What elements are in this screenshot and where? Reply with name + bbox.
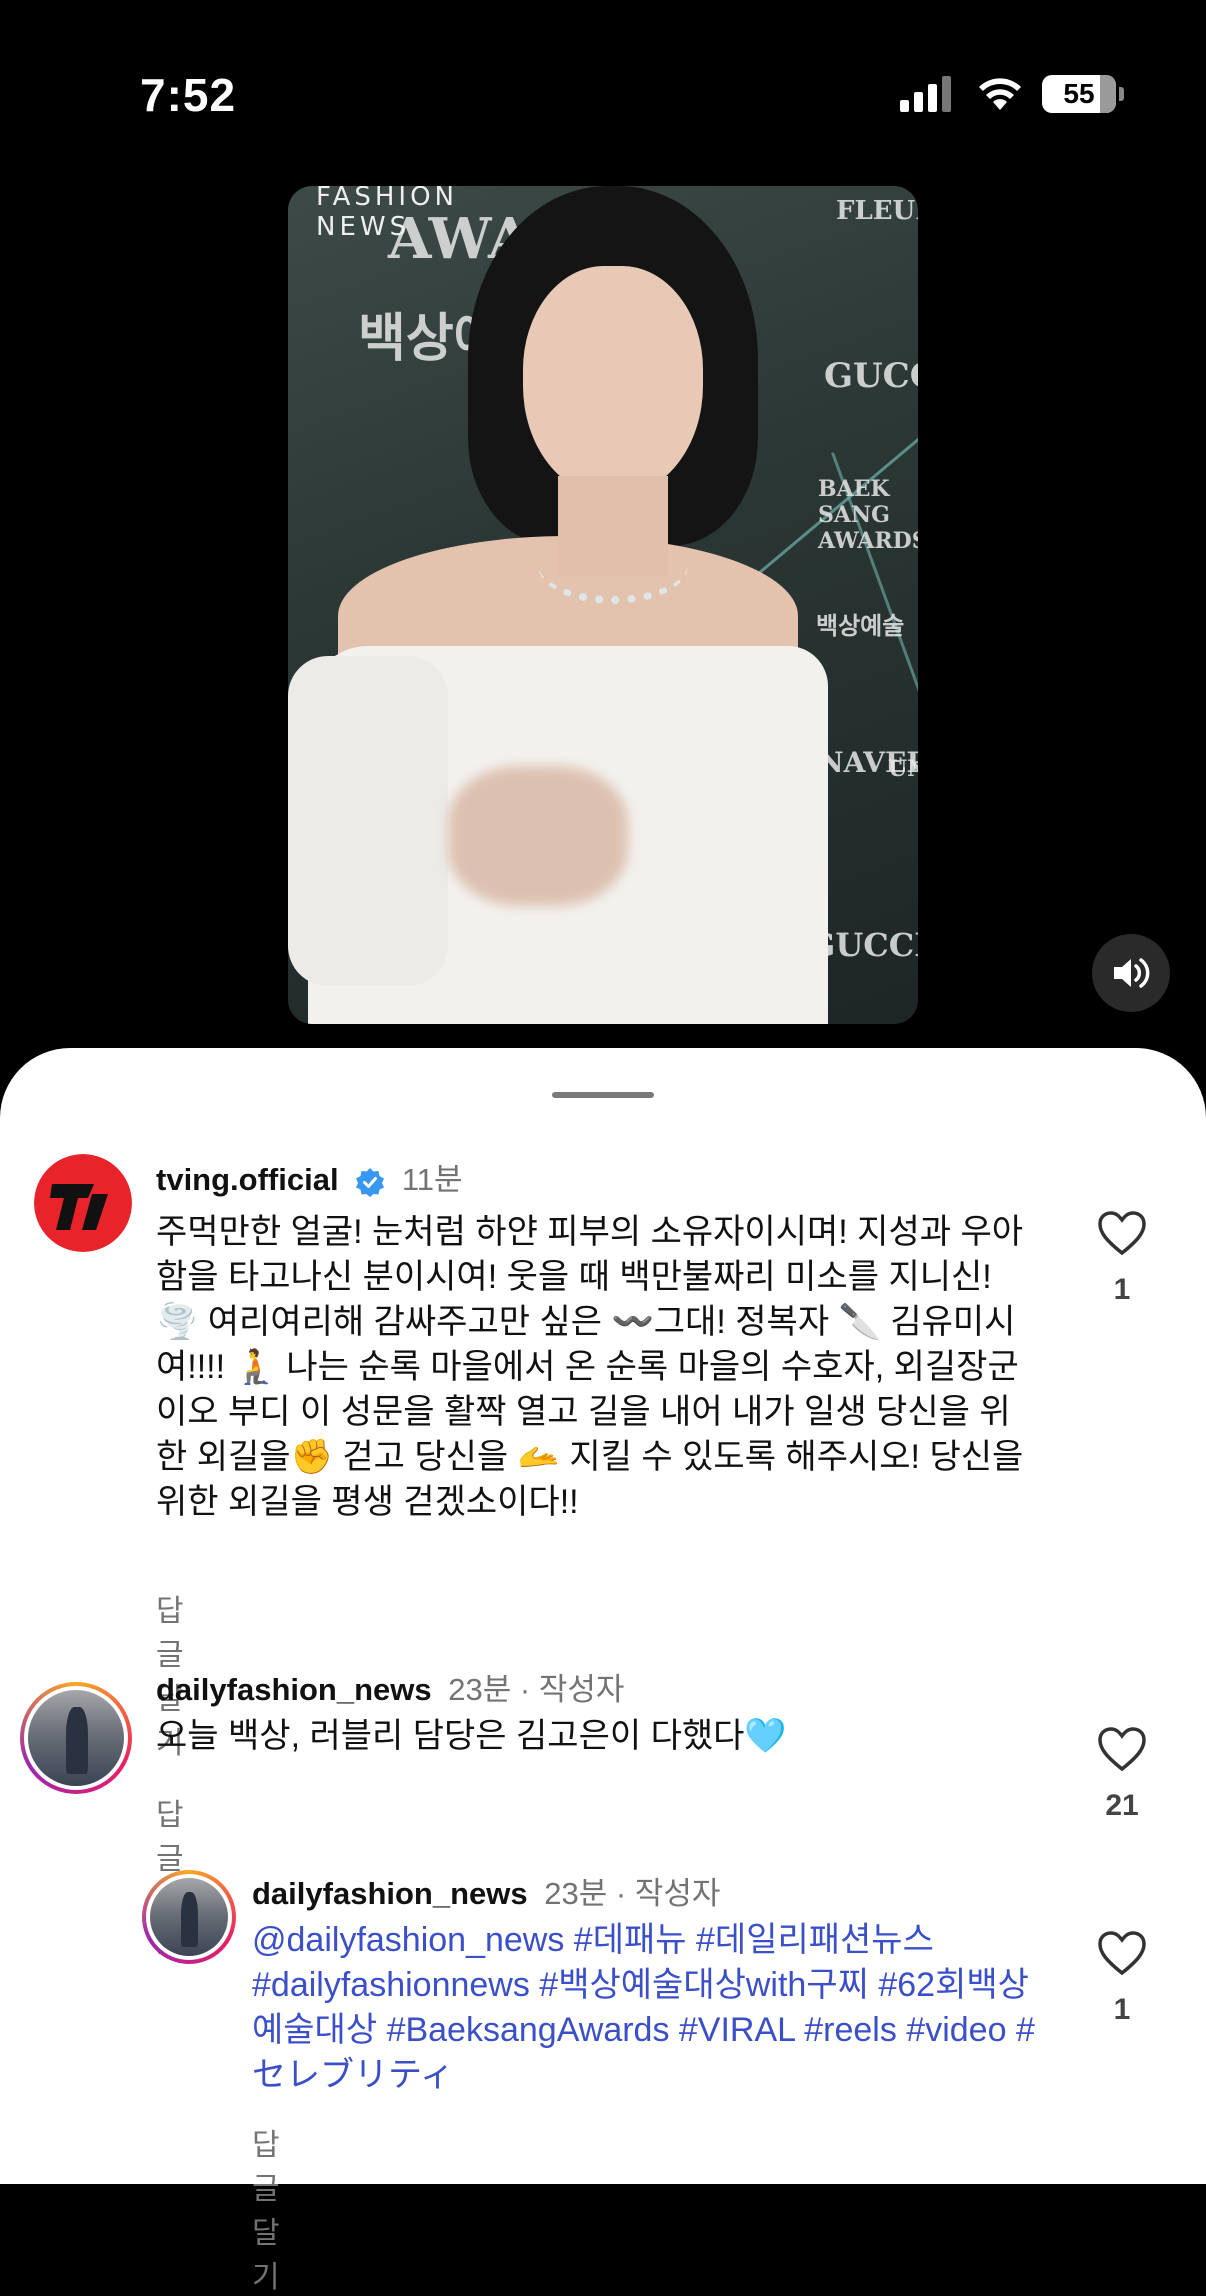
backdrop-text: FLEURE [836,196,918,226]
comment-text: 오늘 백상, 러블리 담당은 김고은이 다했다🩵 [156,1717,787,1755]
comment-text: 주먹만한 얼굴! 눈처럼 하얀 피부의 소유자이시며! 지성과 우아함을 타고나… [156,1213,1024,1521]
comment-username[interactable]: dailyfashion_news [156,1672,432,1707]
like-count: 1 [1113,1993,1131,2026]
avatar[interactable] [34,1154,132,1252]
verified-badge-icon [356,1167,385,1197]
heart-icon[interactable] [1097,1726,1147,1772]
waving-hand [448,766,628,906]
comment-meta: dailyfashion_news 23분 · 작성자 [156,1664,624,1709]
reel-video[interactable]: AWARDS 백상예술대 FLEURE GUCCI BAEK SANG AWAR… [288,186,918,1024]
backdrop-text: 백상예술 [816,611,905,640]
comment-time: 23분 [448,1672,512,1707]
backdrop-text: GUCCI [824,356,918,396]
speaker-icon [1114,958,1150,988]
like-group: 1 [1092,1210,1152,1307]
sound-toggle-button[interactable] [1092,934,1170,1012]
sheet-grabber[interactable] [552,1092,654,1098]
tving-logo-icon [34,1154,132,1252]
heart-icon[interactable] [1097,1930,1147,1976]
battery-icon: 55 [1042,75,1124,113]
backdrop-text: UNI [888,756,918,782]
avatar[interactable] [20,1682,132,1794]
status-bar: 7:52 55 [0,0,1206,190]
backdrop-text: BAEK SANG AWARDS [818,476,918,554]
status-icons: 55 [900,75,1124,113]
reply-button[interactable]: 답글 달기 [252,2120,280,2296]
comment-time: 23분 [544,1876,608,1911]
status-time: 7:52 [140,69,237,121]
comment-username[interactable]: dailyfashion_news [252,1876,528,1911]
avatar[interactable] [142,1870,236,1964]
signal-icon [900,76,951,112]
like-count: 1 [1113,1273,1131,1306]
like-count: 21 [1105,1789,1139,1822]
avatar-photo [150,1878,228,1956]
comment-time: 11분 [401,1162,463,1197]
wifi-icon [979,78,1021,110]
like-group: 21 [1092,1726,1152,1823]
like-group: 1 [1092,1930,1152,2027]
author-tag: · 작성자 [615,1876,721,1911]
comments-sheet: tving.official 11분 주먹만한 얼굴! 눈처럼 하얀 피부의 소… [0,1048,1206,2294]
person-face [523,266,703,496]
comment-meta: tving.official 11분 [156,1154,463,1199]
author-tag: · 작성자 [519,1672,625,1707]
heart-icon[interactable] [1097,1210,1147,1256]
fashion-news-logo: FASHION NEWS [316,186,458,242]
necklace [538,526,688,604]
comment-hashtags[interactable]: @dailyfashion_news #데패뉴 #데일리패션뉴스 #dailyf… [252,1918,1052,2098]
avatar-photo [28,1690,124,1786]
dress-sleeve [288,656,448,986]
comment-meta: dailyfashion_news 23분 · 작성자 [252,1868,720,1913]
comment-username[interactable]: tving.official [156,1162,339,1197]
battery-level: 55 [1063,78,1095,109]
